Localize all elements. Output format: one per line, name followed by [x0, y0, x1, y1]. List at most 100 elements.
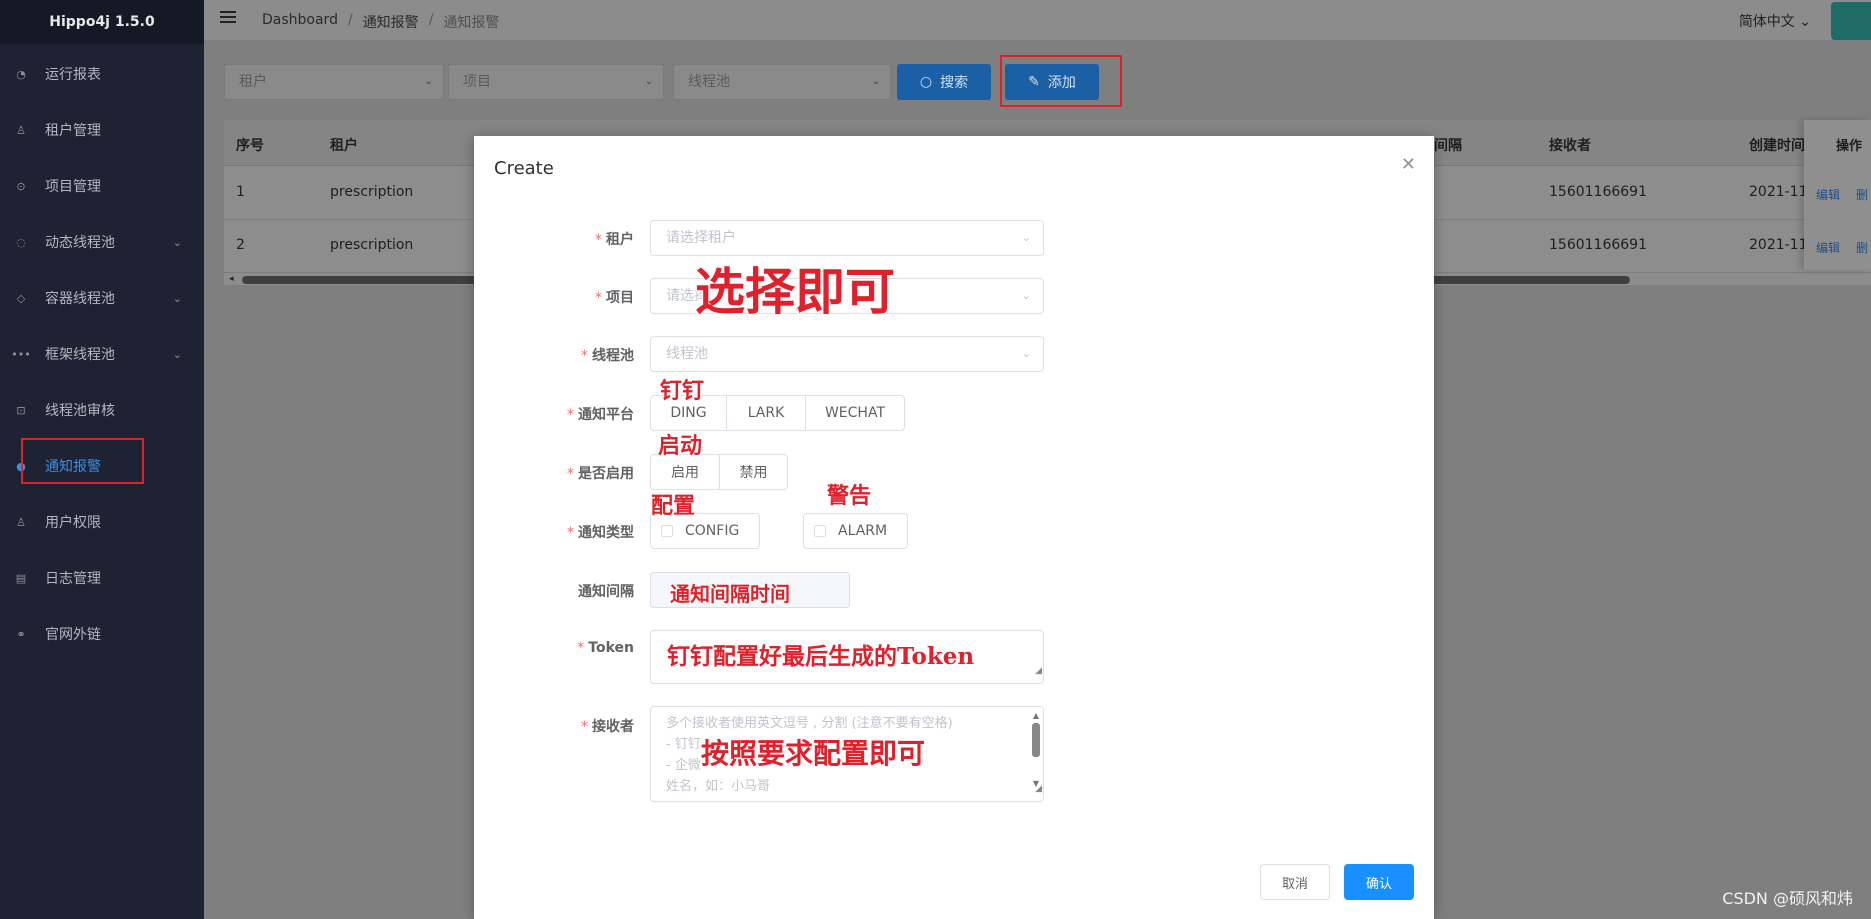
enable-label: * 是否启用 — [567, 466, 634, 482]
sidebar-item-label: 运行报表 — [45, 67, 101, 83]
chevron-down-icon: ⌄ — [172, 347, 182, 361]
sidebar-item-log[interactable]: ▤ 日志管理 — [0, 550, 204, 606]
cube-icon: ◇ — [16, 291, 26, 305]
avatar[interactable] — [1831, 2, 1871, 40]
scroll-left-icon[interactable]: ◂ — [229, 274, 234, 284]
annotation-peizhi: 配置 — [651, 493, 696, 519]
sidebar-item-dynamic-pool[interactable]: ◌ 动态线程池 ⌄ — [0, 214, 204, 270]
sidebar-item-label: 项目管理 — [45, 179, 101, 195]
project-select[interactable]: 项目 ⌄ — [448, 64, 664, 100]
chevron-down-icon: ⌄ — [871, 76, 880, 87]
annotation-token: 钉钉配置好最后生成的Token — [667, 643, 975, 670]
audit-icon: ⊡ — [16, 403, 26, 417]
resize-icon: ◢ — [1035, 784, 1042, 794]
chevron-down-icon: ⌄ — [1021, 231, 1031, 244]
chevron-down-icon: ⌄ — [1021, 347, 1031, 360]
search-icon: ○ — [919, 74, 933, 90]
table-cell: 2021-11- — [1749, 237, 1813, 253]
close-icon[interactable]: ✕ — [1401, 154, 1416, 175]
receiver-label: * 接收者 — [581, 719, 634, 735]
sidebar-item-tenant[interactable]: ♙ 租户管理 — [0, 102, 204, 158]
table-cell: 15601166691 — [1549, 237, 1647, 253]
ops-column: 操作 编辑 删 编辑 删 — [1804, 120, 1871, 270]
sidebar-item-report[interactable]: ◔ 运行报表 — [0, 46, 204, 102]
sidebar-item-label: 日志管理 — [45, 571, 101, 587]
sidebar-item-label: 租户管理 — [45, 123, 101, 139]
token-label: * Token — [577, 640, 634, 656]
col-index: 序号 — [236, 138, 264, 154]
table-cell: 2021-11- — [1749, 184, 1813, 200]
project-label: * 项目 — [595, 290, 634, 306]
platform-wechat[interactable]: WECHAT — [805, 395, 905, 431]
delete-link[interactable]: 删 — [1856, 239, 1868, 256]
tenant-select-field[interactable]: 请选择租户 ⌄ — [650, 220, 1044, 256]
table-cell: 2 — [236, 237, 245, 253]
type-alarm-checkbox[interactable]: ALARM — [803, 513, 908, 549]
log-icon: ▤ — [15, 571, 27, 585]
table-cell: prescription — [330, 237, 414, 253]
sidebar-item-container-pool[interactable]: ◇ 容器线程池 ⌄ — [0, 270, 204, 326]
type-label: * 通知类型 — [567, 525, 634, 541]
project-icon: ⊙ — [16, 179, 26, 193]
annotation-jinggao: 警告 — [827, 483, 872, 509]
sidebar-item-label: 框架线程池 — [45, 347, 115, 363]
dialog-title: Create — [494, 158, 554, 179]
platform-label: * 通知平台 — [567, 407, 634, 423]
table-cell: 15601166691 — [1549, 184, 1647, 200]
chevron-down-icon: ⌄ — [644, 76, 653, 87]
chevron-down-icon: ⌄ — [172, 235, 182, 249]
annotation-qidong: 启动 — [658, 433, 703, 459]
edit-link[interactable]: 编辑 — [1816, 186, 1840, 203]
pool-label: * 线程池 — [581, 348, 634, 364]
sidebar-item-framework-pool[interactable]: ••• 框架线程池 ⌄ — [0, 326, 204, 382]
sidebar-item-label: 线程池审核 — [45, 403, 115, 419]
annotation-receiver: 按照要求配置即可 — [701, 737, 926, 770]
hamburger-icon[interactable] — [220, 11, 236, 25]
platform-lark[interactable]: LARK — [726, 395, 806, 431]
chevron-down-icon: ⌄ — [172, 291, 182, 305]
annotation-dingding: 钉钉 — [660, 378, 705, 404]
col-receiver: 接收者 — [1549, 138, 1591, 154]
resize-icon: ◢ — [1035, 666, 1042, 676]
breadcrumb: Dashboard / 通知报警 / 通知报警 — [262, 12, 500, 32]
pool-select-field[interactable]: 线程池 ⌄ — [650, 336, 1044, 372]
sidebar-item-site-link[interactable]: ⚭ 官网外链 — [0, 606, 204, 662]
annotation-select: 选择即可 — [695, 262, 895, 321]
sidebar-item-audit[interactable]: ⊡ 线程池审核 — [0, 382, 204, 438]
user-icon: ♙ — [16, 123, 26, 137]
sidebar-item-label: 官网外链 — [45, 627, 101, 643]
delete-link[interactable]: 删 — [1856, 186, 1868, 203]
checkbox-icon — [814, 525, 826, 537]
tenant-label: * 租户 — [595, 232, 634, 248]
chevron-down-icon: ⌄ — [1799, 14, 1811, 30]
sidebar-item-project[interactable]: ⊙ 项目管理 — [0, 158, 204, 214]
search-button[interactable]: ○ 搜索 — [897, 64, 991, 100]
more-icon: ••• — [11, 347, 31, 361]
confirm-button[interactable]: 确认 — [1344, 864, 1414, 900]
col-interval: 间隔 — [1434, 138, 1462, 154]
breadcrumb-item[interactable]: 通知报警 — [363, 12, 419, 32]
highlight-box-add — [1000, 55, 1122, 107]
link-icon: ⚭ — [16, 627, 26, 641]
pool-select[interactable]: 线程池 ⌄ — [673, 64, 891, 100]
interval-label: 通知间隔 — [578, 584, 634, 600]
dashboard-icon: ◔ — [16, 67, 26, 81]
cancel-button[interactable]: 取消 — [1260, 864, 1330, 900]
top-header: Dashboard / 通知报警 / 通知报警 简体中文 ⌄ — [204, 0, 1871, 40]
language-select[interactable]: 简体中文 ⌄ — [1739, 11, 1811, 31]
tenant-select[interactable]: 租户 ⌄ — [224, 64, 444, 100]
table-cell: prescription — [330, 184, 414, 200]
breadcrumb-item[interactable]: Dashboard — [262, 12, 338, 32]
edit-link[interactable]: 编辑 — [1816, 239, 1840, 256]
enable-off[interactable]: 禁用 — [719, 454, 788, 490]
table-cell: 1 — [236, 184, 245, 200]
breadcrumb-current: 通知报警 — [443, 15, 500, 31]
fire-icon: ◌ — [16, 235, 26, 249]
chevron-down-icon: ⌄ — [424, 76, 433, 87]
col-ops: 操作 — [1836, 139, 1863, 154]
highlight-box-sidebar — [21, 438, 144, 484]
checkbox-icon — [661, 525, 673, 537]
sidebar-item-label: 容器线程池 — [45, 291, 115, 307]
sidebar-item-label: 动态线程池 — [45, 235, 115, 251]
sidebar-item-user-perm[interactable]: ♙ 用户权限 — [0, 494, 204, 550]
